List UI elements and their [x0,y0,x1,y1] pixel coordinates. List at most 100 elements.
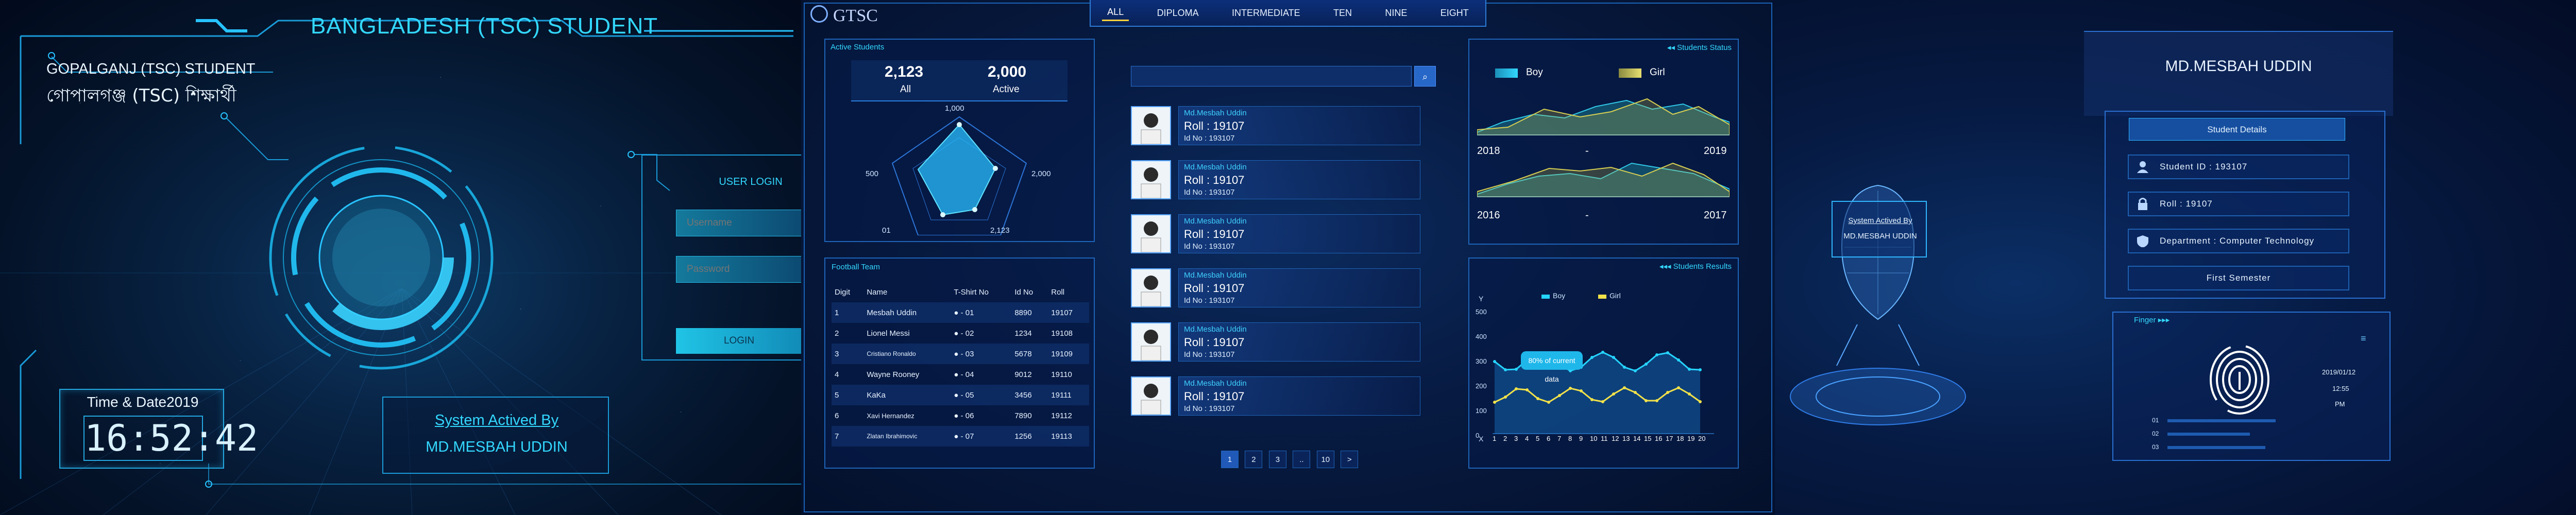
girl-line-point [1699,400,1702,403]
boy-line-point [1623,366,1626,369]
search-icon[interactable]: ⌕ [1414,66,1436,87]
active-students-title: Active Students [831,43,885,52]
y-axis-label: Y [1479,295,1484,303]
table-row[interactable]: 2 Lionel Messi ● - 02 1234 19108 [832,323,1089,344]
student-name: Md.Mesbah Uddin [1184,379,1247,388]
table-row[interactable]: 6 Xavi Hernandez ● - 06 7890 19112 [832,405,1089,426]
radar-label-bottom-right: 2,123 [990,226,1010,235]
girl-line-point [1655,399,1658,402]
boy-line-point [1677,358,1680,362]
password-input[interactable] [676,256,801,283]
cell-name: Lionel Messi [867,329,910,338]
cell-digit: 1 [835,308,839,317]
girl-line-point [1569,387,1572,390]
profile-name-box: MD.MESBAH UDDIN [2084,31,2393,116]
page-1-button[interactable]: 1 [1221,451,1239,468]
girl-line-point [1558,394,1561,397]
girl-line-point [1493,401,1496,404]
tab-intermediate[interactable]: INTERMEDIATE [1227,6,1306,21]
student-card[interactable]: Md.Mesbah Uddin Roll : 19107 Id No : 193… [1131,265,1425,311]
boy-line-point [1612,356,1615,359]
cell-tshirt: ● - 02 [954,329,974,338]
fingerprint-icon [2210,345,2269,415]
cell-id: 3456 [1014,390,1032,400]
page-3-button[interactable]: 3 [1268,451,1286,468]
radar-label-left: 500 [866,169,879,178]
finger-bar-label-1: 01 [2152,417,2159,424]
range1-start: 2018 [1477,145,1500,157]
finger-bar-3 [2167,446,2265,449]
category-tabs: ALL DIPLOMA INTERMEDIATE TEN NINE EIGHT [1090,0,1486,27]
cell-id: 1256 [1014,432,1032,441]
cell-tshirt: ● - 07 [954,432,974,441]
finger-bar-1 [2167,419,2276,422]
radar-ring-graphic [269,145,494,370]
table-row[interactable]: 7 Zlatan Ibrahimovic ● - 07 1256 19113 [832,426,1089,447]
student-roll: Roll : 19107 [1184,228,1245,241]
username-input[interactable] [676,210,801,236]
table-row[interactable]: 3 Cristiano Ronaldo ● - 03 5678 19109 [832,344,1089,364]
active-stats: 2,123 All 2,000 Active [851,60,1067,101]
tab-diploma[interactable]: DIPLOMA [1152,6,1204,21]
cell-roll: 19111 [1051,390,1072,400]
active-students-card: Active Students 2,123 All 2,000 Active 1… [824,39,1095,242]
tab-eight[interactable]: EIGHT [1435,6,1474,21]
girl-line-point [1612,392,1615,396]
student-info: Md.Mesbah Uddin Roll : 19107 Id No : 193… [1178,214,1420,253]
girl-line-point [1634,391,1637,394]
lock-icon [2138,198,2147,210]
boy-line-point [1666,351,1669,354]
col-roll: Roll [1051,287,1065,297]
tshirt-number: 02 [965,329,974,338]
finger-bar-2 [2167,433,2250,436]
cell-name: Zlatan Ibrahimovic [867,433,918,440]
results-legend-girl-swatch [1598,295,1606,299]
next-page-button[interactable]: > [1341,451,1359,468]
student-card[interactable]: Md.Mesbah Uddin Roll : 19107 Id No : 193… [1131,103,1425,148]
menu-icon[interactable]: ≡ [2361,333,2370,344]
boy-line-point [1504,368,1507,371]
subtitle-bangla: গোপালগঞ্জ (TSC) শিক্ষার্থী [46,85,236,106]
roll-value: Roll : 19107 [2160,199,2213,209]
student-id: Id No : 193107 [1184,350,1235,359]
active-count: 2,000 [988,63,1027,80]
finger-title-text: Finger [2134,316,2156,324]
student-card[interactable]: Md.Mesbah Uddin Roll : 19107 Id No : 193… [1131,211,1425,256]
cell-digit: 6 [835,411,839,420]
tab-nine[interactable]: NINE [1380,6,1412,21]
page-2-button[interactable]: 2 [1245,451,1263,468]
student-card[interactable]: Md.Mesbah Uddin Roll : 19107 Id No : 193… [1131,319,1425,365]
search-input[interactable] [1131,66,1412,87]
login-heading: USER LOGIN [719,176,783,187]
all-label: All [900,84,911,95]
tshirt-number: 01 [965,308,974,317]
girl-line-point [1547,401,1550,404]
students-results-card: ◂◂◂ Students Results Boy Girl Y X 500 400… [1468,258,1739,469]
cell-tshirt: ● - 04 [954,370,974,379]
login-button[interactable]: LOGIN [676,328,801,354]
x-tick-labels: 1 2 3 4 5 6 7 8 9 10 11 12 13 14 15 16 17 18 19 20 [1493,435,1714,445]
face-scan-text2: MD.MESBAH UDDIN [1843,232,1917,241]
student-details-button[interactable]: Student Details [2129,118,2345,141]
tab-all[interactable]: ALL [1102,5,1129,21]
football-team-card: Football Team Digit Name T-Shirt No Id N… [824,258,1095,469]
table-row[interactable]: 4 Wayne Rooney ● - 04 9012 19110 [832,364,1089,385]
student-card[interactable]: Md.Mesbah Uddin Roll : 19107 Id No : 193… [1131,373,1425,419]
cell-digit: 4 [835,370,839,379]
table-row[interactable]: 5 KaKa ● - 05 3456 19111 [832,385,1089,405]
finger-meridiem: PM [2335,400,2345,408]
cell-roll: 19112 [1051,411,1072,420]
page-ellipsis: .. [1293,451,1311,468]
tab-ten[interactable]: TEN [1328,6,1357,21]
pagination: 1 2 3 .. 10 > [1221,451,1362,468]
user-icon [2137,161,2148,173]
cell-digit: 5 [835,390,839,400]
student-card[interactable]: Md.Mesbah Uddin Roll : 19107 Id No : 193… [1131,157,1425,202]
cell-digit: 2 [835,329,839,338]
page-10-button[interactable]: 10 [1316,451,1334,468]
girl-line-point [1601,400,1604,403]
table-row[interactable]: 1 Mesbah Uddin ● - 01 8890 19107 [832,302,1089,323]
range1-dash: - [1585,145,1589,157]
fingerprint-card: Finger ▸▸▸ 2019/01/12 12:55 PM ≡ 01 02 0… [2112,312,2391,461]
tshirt-number: 04 [965,370,974,379]
